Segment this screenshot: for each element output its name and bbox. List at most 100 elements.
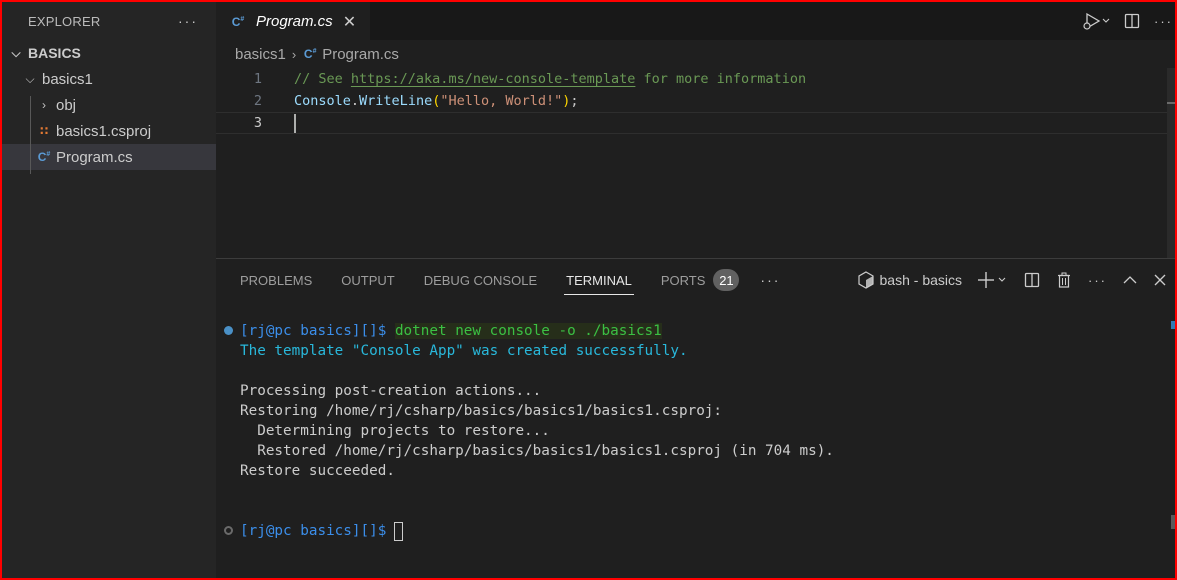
- more-actions-icon[interactable]: ···: [1154, 14, 1173, 29]
- explorer-sidebar: EXPLORER ··· ⌵ BASICS ⌵ basics1 › obj ∷ …: [2, 2, 216, 578]
- terminal-prompt: [rj@pc basics][]$: [240, 323, 387, 339]
- code-class: Console: [294, 93, 351, 109]
- code-text: // See https://aka.ms/new-console-templa…: [294, 71, 806, 87]
- tab-terminal[interactable]: TERMINAL: [564, 259, 634, 301]
- text-cursor: [294, 113, 296, 133]
- terminal-text: Restoring /home/rj/csharp/basics/basics1…: [240, 403, 723, 419]
- terminal-cursor: [394, 521, 404, 541]
- panel-tab-bar: PROBLEMS OUTPUT DEBUG CONSOLE TERMINAL P…: [216, 259, 1175, 301]
- terminal-text: Restore succeeded.: [240, 463, 395, 479]
- line-number: 3: [253, 115, 262, 131]
- editor-scrollbar[interactable]: [1167, 68, 1175, 258]
- code-line: 1 // See https://aka.ms/new-console-temp…: [216, 68, 1175, 90]
- explorer-more-actions-button[interactable]: ···: [178, 13, 198, 29]
- tree-folder-obj[interactable]: › obj: [2, 92, 216, 118]
- chevron-down-icon: ⌵: [25, 71, 35, 86]
- panel-actions: bash - basics ···: [857, 259, 1167, 301]
- csharp-icon: C#: [303, 47, 317, 61]
- terminal-line: Processing post-creation actions...: [216, 381, 1167, 401]
- tree-file-basics1-csproj[interactable]: ∷ basics1.csproj: [2, 118, 216, 144]
- chevron-right-icon: ›: [42, 98, 46, 112]
- ports-count-badge: 21: [713, 269, 740, 291]
- code-editor[interactable]: 1 // See https://aka.ms/new-console-temp…: [216, 68, 1175, 134]
- tab-title: Program.cs: [256, 13, 333, 30]
- terminal-selector[interactable]: bash - basics: [857, 271, 962, 289]
- tab-output[interactable]: OUTPUT: [341, 259, 394, 301]
- tree-item-label: basics1: [42, 70, 93, 88]
- trash-icon[interactable]: [1056, 272, 1072, 288]
- workspace-root-label: BASICS: [28, 45, 81, 61]
- chevron-right-icon: ›: [291, 46, 297, 62]
- code-punct: .: [350, 93, 360, 109]
- terminal-box-icon: [857, 271, 874, 289]
- terminal-line: The template "Console App" was created s…: [216, 341, 1167, 361]
- terminal-current-prompt-line: [rj@pc basics][]$: [216, 521, 1167, 541]
- tree-item-label: basics1.csproj: [56, 122, 152, 140]
- close-panel-icon[interactable]: [1153, 273, 1167, 287]
- new-terminal-icon[interactable]: [978, 271, 1008, 289]
- line-number: 1: [253, 71, 262, 87]
- bottom-panel: PROBLEMS OUTPUT DEBUG CONSOLE TERMINAL P…: [216, 258, 1175, 578]
- tab-problems[interactable]: PROBLEMS: [240, 259, 312, 301]
- csharp-icon: C#: [37, 150, 51, 164]
- maximize-panel-icon[interactable]: [1123, 273, 1137, 287]
- terminal-name: bash - basics: [879, 272, 962, 288]
- breadcrumb-file[interactable]: Program.cs: [322, 46, 399, 63]
- tree-item-label: Program.cs: [56, 148, 133, 166]
- more-actions-icon[interactable]: ···: [1088, 273, 1107, 288]
- panel-more-tabs-button[interactable]: ···: [760, 272, 780, 288]
- terminal-text: Processing post-creation actions...: [240, 383, 542, 399]
- split-editor-icon[interactable]: [1124, 13, 1140, 29]
- tree-folder-basics1[interactable]: ⌵ basics1: [2, 66, 216, 92]
- code-line-current: 3: [216, 112, 1175, 134]
- indent-guide: [30, 96, 31, 174]
- workspace-root-basics[interactable]: ⌵ BASICS: [2, 40, 216, 66]
- breadcrumb-folder[interactable]: basics1: [235, 46, 286, 63]
- tree-item-label: obj: [56, 96, 77, 114]
- terminal-line: Determining projects to restore...: [216, 421, 1167, 441]
- chevron-down-icon: ⌵: [11, 45, 21, 60]
- editor-tab-bar: C# Program.cs ✕ ···: [216, 2, 1175, 40]
- tree-file-program-cs[interactable]: C# Program.cs: [2, 144, 216, 170]
- code-text: Console.WriteLine("Hello, World!");: [294, 93, 579, 109]
- csharp-icon: C#: [231, 14, 245, 29]
- explorer-header: EXPLORER ···: [2, 2, 216, 40]
- code-string: "Hello, World!": [440, 93, 563, 109]
- terminal-line: Restore succeeded.: [216, 461, 1167, 481]
- terminal-prompt: [rj@pc basics][]$: [240, 523, 387, 539]
- code-comment: // See: [294, 71, 351, 87]
- code-method: WriteLine: [359, 93, 433, 109]
- terminal-text: Determining projects to restore...: [240, 423, 550, 439]
- code-link[interactable]: https://aka.ms/new-console-template: [351, 71, 635, 87]
- tab-ports[interactable]: PORTS 21: [661, 259, 740, 301]
- code-line: 2 Console.WriteLine("Hello, World!");: [216, 90, 1175, 112]
- command-success-decoration-icon[interactable]: [224, 326, 233, 335]
- scrollbar-cursor-mark: [1167, 102, 1175, 104]
- line-number: 2: [253, 93, 262, 109]
- breadcrumb: basics1 › C# Program.cs: [216, 40, 1175, 68]
- close-tab-button[interactable]: ✕: [343, 12, 356, 32]
- tab-ports-label: PORTS: [660, 272, 706, 288]
- editor-area: C# Program.cs ✕ ··· basics1 › C# Program…: [216, 2, 1175, 258]
- command-pending-decoration-icon[interactable]: [224, 526, 233, 535]
- terminal-text: Restored /home/rj/csharp/basics/basics1/…: [240, 443, 834, 459]
- terminal-command-line: [rj@pc basics][]$ dotnet new console -o …: [216, 321, 1167, 341]
- editor-actions: ···: [1082, 2, 1175, 40]
- terminal-scrollbar-thumb[interactable]: [1171, 515, 1175, 529]
- explorer-title: EXPLORER: [28, 13, 101, 29]
- split-terminal-icon[interactable]: [1024, 272, 1040, 288]
- run-debug-icon[interactable]: [1082, 12, 1110, 30]
- terminal-command: dotnet new console -o ./basics1: [394, 323, 662, 339]
- code-comment: for more information: [635, 71, 807, 87]
- terminal-line: Restoring /home/rj/csharp/basics/basics1…: [216, 401, 1167, 421]
- rss-icon: ∷: [39, 124, 49, 138]
- tab-debug-console[interactable]: DEBUG CONSOLE: [424, 259, 537, 301]
- terminal-output[interactable]: [rj@pc basics][]$ dotnet new console -o …: [216, 321, 1167, 541]
- code-punct: ;: [570, 93, 579, 109]
- tab-program-cs[interactable]: C# Program.cs ✕: [216, 2, 371, 40]
- terminal-scrollbar-mark: [1171, 321, 1175, 329]
- terminal-success-text: The template "Console App" was created s…: [240, 343, 688, 359]
